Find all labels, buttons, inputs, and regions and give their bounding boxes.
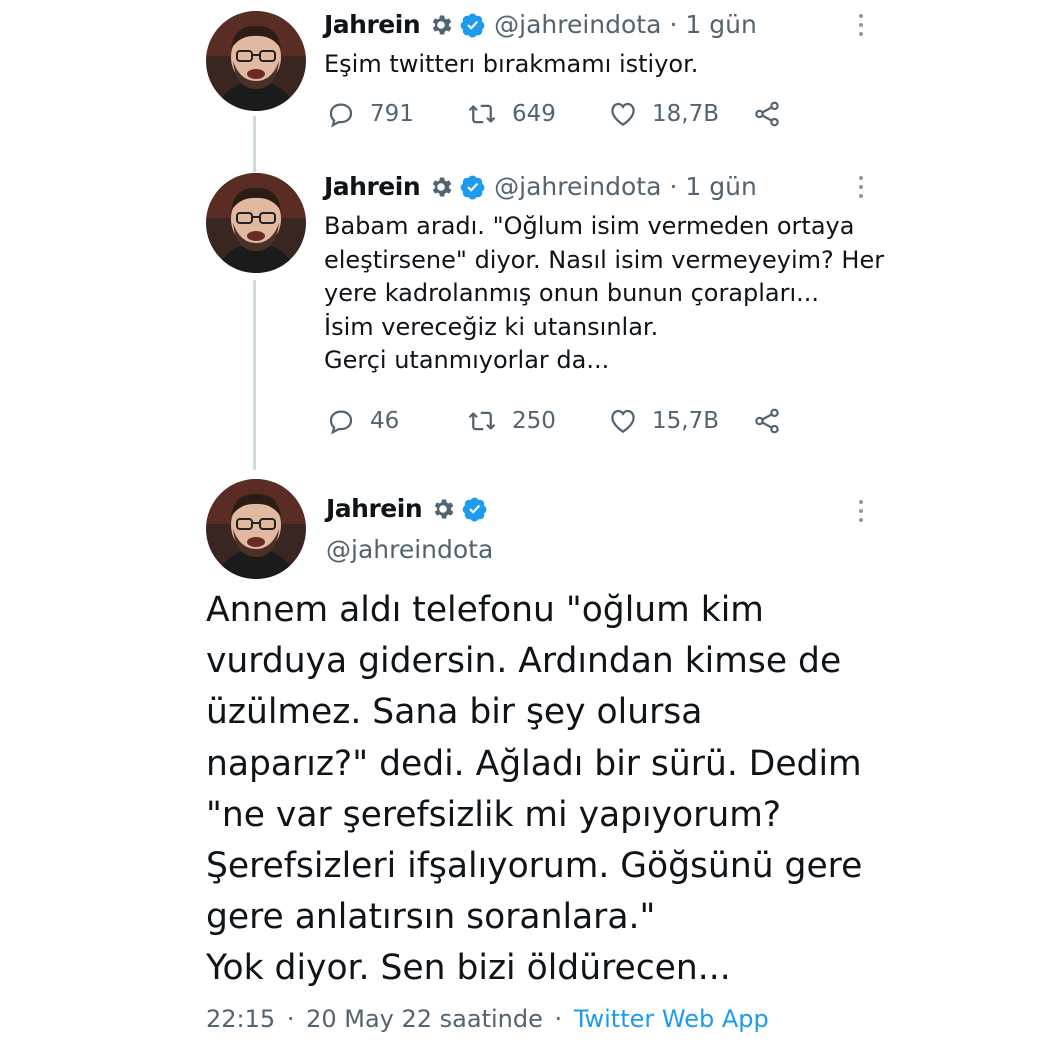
share-icon — [755, 101, 779, 127]
retweet-count: 250 — [512, 408, 556, 434]
avatar[interactable] — [206, 173, 306, 273]
retweet-button[interactable]: 250 — [466, 406, 608, 436]
thread-line — [253, 280, 256, 470]
verified-badge-icon — [460, 174, 486, 200]
action-bar: 791 649 18,7B — [326, 99, 782, 129]
handle-row: @jahreindota — [326, 535, 493, 564]
separator: · — [669, 10, 678, 39]
tweet-date[interactable]: 20 May 22 saatinde — [306, 1005, 543, 1033]
share-icon — [755, 408, 779, 434]
avatar[interactable] — [206, 479, 306, 579]
verified-badge-icon — [460, 12, 486, 38]
verified-badge-icon — [462, 496, 488, 522]
reply-button[interactable]: 46 — [326, 406, 466, 436]
like-button[interactable]: 18,7B — [608, 99, 752, 129]
reply-icon — [329, 410, 353, 435]
more-icon[interactable] — [857, 14, 865, 41]
more-icon[interactable] — [857, 500, 865, 527]
tweet-text: Eşim twitterı bırakmamı istiyor. — [324, 50, 699, 78]
share-button[interactable] — [752, 99, 782, 129]
retweet-icon — [468, 104, 496, 124]
display-name[interactable]: Jahrein — [326, 494, 423, 523]
reply-count: 46 — [370, 408, 400, 434]
gear-icon — [430, 496, 456, 522]
like-button[interactable]: 15,7B — [608, 406, 752, 436]
more-icon[interactable] — [857, 176, 865, 203]
handle[interactable]: @jahreindota — [494, 10, 661, 39]
like-count: 15,7B — [652, 408, 719, 434]
share-button[interactable] — [752, 406, 782, 436]
retweet-button[interactable]: 649 — [466, 99, 608, 129]
retweet-count: 649 — [512, 101, 556, 127]
tweet-header: Jahrein — [326, 494, 496, 523]
gear-icon — [428, 12, 454, 38]
thread-line — [253, 116, 256, 172]
timestamp[interactable]: 1 gün — [685, 172, 756, 201]
like-icon — [611, 102, 635, 126]
reply-icon — [329, 103, 353, 128]
tweet-source-link[interactable]: Twitter Web App — [574, 1005, 769, 1033]
display-name[interactable]: Jahrein — [324, 10, 421, 39]
tweet-meta: 22:15 · 20 May 22 saatinde · Twitter Web… — [206, 1005, 769, 1033]
tweet-time[interactable]: 22:15 — [206, 1005, 275, 1033]
main-tweet-text: Annem aldı telefonu "oğlum kim vurduya g… — [206, 590, 863, 989]
reply-count: 791 — [370, 101, 414, 127]
tweet-header: Jahrein @jahreindota · 1 gün — [324, 172, 757, 201]
separator: · — [669, 172, 678, 201]
separator: · — [286, 1005, 295, 1033]
reply-button[interactable]: 791 — [326, 99, 466, 129]
timestamp[interactable]: 1 gün — [685, 10, 756, 39]
avatar[interactable] — [206, 11, 306, 111]
display-name[interactable]: Jahrein — [324, 172, 421, 201]
like-count: 18,7B — [652, 101, 719, 127]
like-icon — [611, 409, 635, 433]
tweet-header: Jahrein @jahreindota · 1 gün — [324, 10, 757, 39]
tweet-text: Babam aradı. "Oğlum isim vermeden ortaya… — [324, 212, 885, 374]
action-bar: 46 250 15,7B — [326, 406, 782, 436]
handle[interactable]: @jahreindota — [494, 172, 661, 201]
gear-icon — [428, 174, 454, 200]
handle[interactable]: @jahreindota — [326, 535, 493, 564]
retweet-icon — [468, 411, 496, 431]
separator: · — [554, 1005, 563, 1033]
